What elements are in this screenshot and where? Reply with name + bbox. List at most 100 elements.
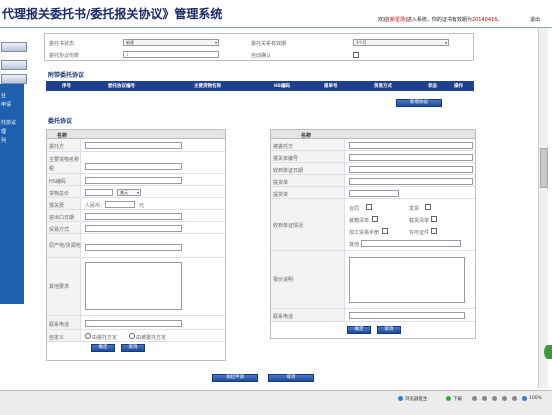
right-row-6: 收到单证情况 合同 发票 装箱清单 载货清单 加工贸易手册 许可证件 其他 xyxy=(271,199,475,251)
check-packing[interactable] xyxy=(372,216,378,222)
submit-button[interactable]: 发起申请 xyxy=(212,374,258,382)
left-label-6: 报关费 xyxy=(49,203,65,209)
quote-textarea[interactable] xyxy=(349,257,465,303)
count-label: 委托协议份数 xyxy=(49,53,80,59)
sidebar-item-6[interactable]: 列 xyxy=(1,137,6,144)
col-declaration-no: 报单号 xyxy=(324,84,338,89)
sidebar-button-1[interactable] xyxy=(1,42,27,52)
currency-select[interactable]: 美元 xyxy=(117,189,141,196)
cert-expiry: 20140416 xyxy=(471,17,498,23)
radio-agent[interactable] xyxy=(129,333,135,339)
relation-select[interactable]: 3个月 xyxy=(353,39,449,46)
goods-name-input[interactable] xyxy=(85,163,182,170)
scrollbar[interactable] xyxy=(538,28,548,388)
left-row-3: HS编码 xyxy=(47,174,225,186)
col-agreement-no: 委托协议编号 xyxy=(108,84,135,89)
right-row-5: 提货单 xyxy=(271,187,475,199)
left-row-7: 贸易方式 xyxy=(47,222,225,234)
auto-confirm-checkbox[interactable] xyxy=(353,52,359,58)
tool-icon-2[interactable] xyxy=(482,396,487,401)
other-docs-input[interactable] xyxy=(361,240,461,247)
sidebar-button-2[interactable] xyxy=(1,60,27,70)
tool-icon-1[interactable] xyxy=(472,396,477,401)
left-label-5: 货物总价 xyxy=(49,191,70,197)
sidebar-item-4[interactable]: 托协议 xyxy=(1,119,16,126)
left-phone-input[interactable] xyxy=(85,320,182,327)
right-label-3: 收到单证日期 xyxy=(273,168,304,174)
check-license[interactable] xyxy=(431,228,437,234)
right-row-1: 被委托方 xyxy=(271,139,475,151)
check-label-license: 许可证件 xyxy=(409,230,430,236)
check-label-other: 其他 xyxy=(349,242,360,248)
right-row-8: 联系电话 xyxy=(271,309,475,322)
left-ok-button[interactable]: 确定 xyxy=(91,344,115,352)
browser-doctor-label[interactable]: 浏览器医生 xyxy=(405,396,428,402)
add-agreement-button[interactable]: 新增协议 xyxy=(396,99,442,107)
sidebar-nav: 业 申请 托协议 理 列 xyxy=(0,84,24,304)
right-head-label: 名称 xyxy=(301,133,312,139)
right-label-2: 报关单编号 xyxy=(273,156,299,162)
total-price-input[interactable] xyxy=(85,189,113,196)
bill-input-1[interactable] xyxy=(349,178,473,185)
welcome-mid: 进入系统，你的证书有效期为 xyxy=(406,17,472,23)
sidebar-item-2[interactable]: 申请 xyxy=(1,101,11,108)
bill-input-2[interactable] xyxy=(349,190,399,197)
declaration-no-input[interactable] xyxy=(349,154,473,161)
side-widget-icon[interactable] xyxy=(544,345,552,359)
sidebar-item-1[interactable]: 业 xyxy=(1,92,6,99)
right-cancel-button[interactable]: 取消 xyxy=(377,326,401,334)
other-req-textarea[interactable] xyxy=(85,262,182,310)
tool-icon-3[interactable] xyxy=(492,396,497,401)
check-contract[interactable] xyxy=(366,204,372,210)
download-icon[interactable] xyxy=(446,396,451,401)
check-label-manual: 加工贸易手册 xyxy=(349,230,380,236)
agreement-title: 委托协议 xyxy=(48,118,73,125)
scrollbar-thumb[interactable] xyxy=(540,148,548,188)
io-date-input[interactable] xyxy=(85,213,182,220)
col-goods-name: 主要货物名称 xyxy=(194,84,221,89)
count-input[interactable]: 1 xyxy=(123,51,219,58)
zoom-level[interactable]: 100% xyxy=(529,396,542,401)
hs-code-input[interactable] xyxy=(85,177,182,184)
sidebar-button-3[interactable] xyxy=(1,74,27,84)
sidebar-item-5[interactable]: 理 xyxy=(1,128,6,135)
yuan-label: 元 xyxy=(139,203,145,209)
left-label-8: 贸易方式 xyxy=(49,227,70,233)
left-label-1: 委托方 xyxy=(49,144,65,150)
left-cancel-button[interactable]: 取消 xyxy=(121,344,145,352)
principal-input[interactable] xyxy=(85,142,182,149)
right-row-2: 报关单编号 xyxy=(271,151,475,163)
right-phone-input[interactable] xyxy=(349,312,465,319)
download-label[interactable]: 下载 xyxy=(453,396,462,402)
left-label-11: 联系电话 xyxy=(49,322,70,328)
footer-cancel-button[interactable]: 取消 xyxy=(268,374,314,382)
state-select[interactable]: 新建 xyxy=(123,39,219,46)
browser-doctor-icon[interactable] xyxy=(398,396,403,401)
check-cargo[interactable] xyxy=(431,216,437,222)
right-label-4: 提货单 xyxy=(273,180,289,186)
tool-icon-5[interactable] xyxy=(512,396,517,401)
doc-date-input[interactable] xyxy=(349,166,473,173)
welcome-suffix: 。 xyxy=(497,17,503,23)
trade-mode-input[interactable] xyxy=(85,225,182,232)
logout-link[interactable]: 退出 xyxy=(530,16,540,23)
left-label-4: HS编码 xyxy=(49,179,66,185)
check-invoice[interactable] xyxy=(425,204,431,210)
left-row-5: 报关费 人民币： 元 xyxy=(47,198,225,210)
col-trade-mode: 贸易方式 xyxy=(374,84,392,89)
agent-input[interactable] xyxy=(349,142,473,149)
rmb-label: 人民币： xyxy=(85,203,106,209)
left-row-1: 委托方 xyxy=(47,139,225,152)
check-manual[interactable] xyxy=(382,228,388,234)
left-label-12: 自定义 xyxy=(49,335,65,341)
tool-icon-4[interactable] xyxy=(502,396,507,401)
left-row-8: 原产地/货源地 xyxy=(47,234,225,258)
zoom-icon[interactable] xyxy=(522,396,527,401)
fee-input[interactable] xyxy=(105,201,135,208)
right-label-5: 提货单 xyxy=(273,192,289,198)
origin-input[interactable] xyxy=(85,244,182,251)
right-ok-button[interactable]: 确定 xyxy=(347,326,371,334)
radio-principal[interactable] xyxy=(85,333,91,339)
right-label-8: 联系电话 xyxy=(273,314,294,320)
left-row-11: 自定义 由委托方定 由被委托方定 xyxy=(47,330,225,342)
